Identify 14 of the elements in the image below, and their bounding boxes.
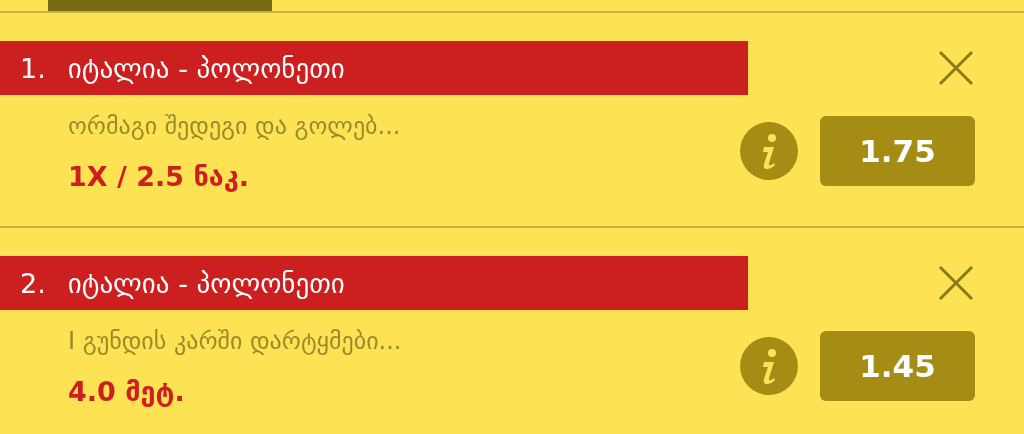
close-icon[interactable]: [938, 265, 974, 301]
bet-pick: 1X / 2.5 ნაკ.: [68, 161, 251, 192]
odds-button[interactable]: 1.45: [820, 330, 975, 401]
close-icon[interactable]: [938, 50, 974, 86]
info-icon[interactable]: [740, 121, 798, 180]
info-icon[interactable]: [740, 336, 798, 395]
match-name: იტალია - პოლონეთი: [67, 267, 345, 299]
bet-number: 1.: [20, 52, 46, 84]
market-name: ორმაგი შედეგი და გოლებ...: [68, 111, 402, 142]
bet-pick: 4.0 მეტ.: [68, 376, 186, 407]
odds-button[interactable]: 1.75: [820, 115, 975, 186]
bet-number: 2.: [20, 267, 46, 299]
match-name: იტალია - პოლონეთი: [67, 52, 345, 84]
market-name: I გუნდის კარში დარტყმები...: [68, 326, 403, 357]
